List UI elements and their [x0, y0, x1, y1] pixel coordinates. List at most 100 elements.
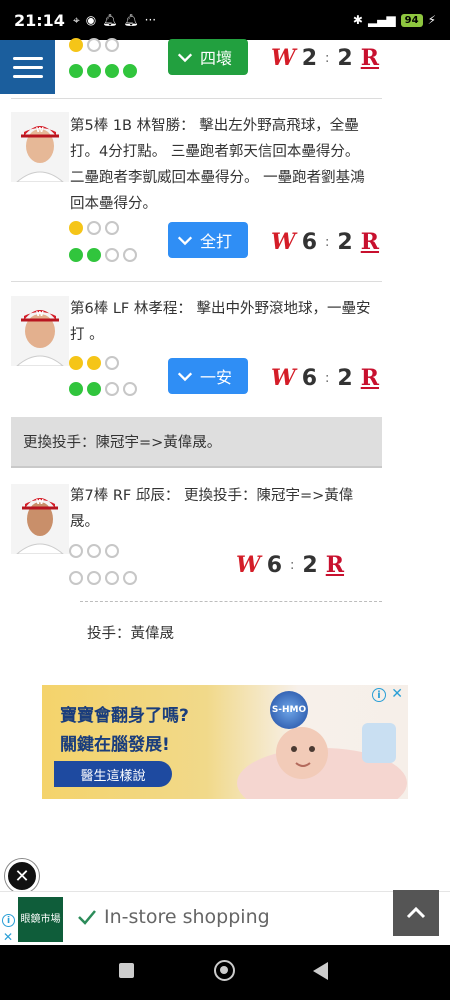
base-dot: [69, 356, 83, 370]
scroll-top-button[interactable]: [393, 890, 439, 936]
count-dot: [105, 64, 119, 78]
messenger-icon: ◉: [85, 13, 97, 27]
result-label: 四壞: [200, 49, 233, 68]
notification-icon: 🔔︎: [102, 13, 118, 27]
score-colon: :: [325, 234, 330, 250]
result-button-homerun[interactable]: 全打: [168, 222, 248, 258]
menu-bar-icon: [12, 65, 43, 69]
status-time: 21:14: [14, 10, 65, 30]
bluetooth-icon: ✱: [352, 13, 363, 27]
chevron-down-icon: [177, 53, 193, 63]
svg-text:W: W: [36, 310, 44, 318]
entry-0-bases-top: [69, 38, 119, 52]
score-colon: :: [325, 370, 330, 386]
ad-brand-logo: 眼鏡市場: [18, 897, 63, 942]
close-ad-icon[interactable]: ✕: [5, 859, 39, 893]
scoreboard: W 6 : 2 R: [271, 229, 379, 255]
entry-3-bases-top: [69, 544, 119, 558]
entry-1-bases-top: [69, 221, 119, 235]
menu-bar-icon: [12, 74, 43, 78]
signal-icon: ▂▄▆: [367, 13, 396, 27]
back-icon[interactable]: [313, 962, 328, 980]
score-home: 2: [337, 45, 353, 71]
score-away: 6: [266, 552, 283, 578]
team-logo-away: W: [271, 365, 296, 391]
ad-info-icon[interactable]: i: [2, 914, 15, 927]
play-description: 第6棒 LF 林孝程： 擊出中外野滾地球，一壘安打 。: [70, 301, 371, 343]
scoreboard: W 6 : 2 R: [271, 365, 379, 391]
notification-icon-2: 🔔︎: [123, 13, 139, 27]
base-dot: [105, 356, 119, 370]
base-dot: [69, 221, 83, 235]
recent-apps-icon[interactable]: [119, 963, 134, 978]
ad-close-icon[interactable]: ✕: [391, 686, 403, 702]
count-dot: [123, 248, 137, 262]
entry-1-bases-bottom: [69, 248, 137, 262]
ad-close-icon[interactable]: ✕: [3, 930, 13, 944]
ad-cta-button[interactable]: 醫生這樣說: [54, 761, 172, 787]
bottom-ad-banner[interactable]: i ✕ 眼鏡市場 In-store shopping: [0, 891, 450, 945]
base-dot: [105, 221, 119, 235]
pitcher-change-banner: 更換投手：陳冠宇=>黃偉晟。: [11, 417, 382, 468]
baby-photo: [237, 723, 407, 799]
home-icon[interactable]: [214, 960, 235, 981]
status-right: ✱ ▂▄▆ 94 ⚡: [353, 13, 436, 27]
team-logo-away: W: [236, 552, 261, 578]
base-dot: [69, 544, 83, 558]
chevron-up-icon: [406, 906, 426, 919]
pitcher-change-text: 更換投手：陳冠宇=>黃偉晟。: [23, 435, 222, 451]
count-dot: [69, 248, 83, 262]
count-dot: [69, 64, 83, 78]
svg-text:W: W: [36, 498, 44, 506]
score-colon: :: [325, 50, 330, 66]
chevron-down-icon: [177, 372, 193, 382]
count-dot: [87, 382, 101, 396]
count-dot: [87, 64, 101, 78]
team-logo-away: W: [271, 229, 296, 255]
system-nav-bar: [0, 945, 450, 1000]
hamburger-menu-button[interactable]: [0, 40, 55, 94]
count-dot: [105, 571, 119, 585]
player-avatar: W: [11, 112, 69, 182]
score-home: 2: [337, 365, 353, 391]
more-icon: ···: [144, 13, 157, 27]
current-pitcher: 投手：黃偉晟: [87, 626, 174, 642]
base-dot: [87, 544, 101, 558]
score-home: 2: [302, 552, 318, 578]
ad-badge: S-HMO: [270, 691, 308, 729]
team-logo-home: R: [360, 365, 380, 391]
count-dot: [123, 571, 137, 585]
result-label: 全打: [200, 232, 233, 251]
divider: [11, 281, 382, 282]
scoreboard: W 2 : 2 R: [271, 45, 379, 71]
score-away: 6: [301, 365, 318, 391]
play-description: 第5棒 1B 林智勝： 擊出左外野高飛球，全壘打。4分打點。 三壘跑者郭天信回本…: [70, 118, 365, 212]
player-avatar: W: [11, 484, 69, 554]
divider: [11, 98, 382, 99]
ad-text: In-store shopping: [104, 906, 270, 928]
count-dot: [123, 382, 137, 396]
status-bar: 21:14 ⌖ ◉ 🔔︎ 🔔︎ ··· ✱ ▂▄▆ 94 ⚡: [0, 0, 450, 40]
count-dot: [69, 571, 83, 585]
team-logo-home: R: [360, 229, 380, 255]
play-description: 第7棒 RF 邱辰： 更換投手：陳冠宇=>黃偉晟。: [70, 488, 354, 530]
count-dot: [87, 571, 101, 585]
base-dot: [87, 38, 101, 52]
location-icon: ⌖: [72, 12, 80, 27]
count-dot: [87, 248, 101, 262]
svg-text:W: W: [36, 126, 44, 134]
entry-2-bases-top: [69, 356, 119, 370]
count-dot: [105, 382, 119, 396]
player-avatar: W: [11, 296, 69, 366]
check-icon: [78, 910, 96, 925]
ad-info-icon[interactable]: i: [372, 688, 386, 702]
ad-banner[interactable]: 寶寶會翻身了嗎? 關鍵在腦發展! 醫生這樣說 S-HMO i ✕: [42, 685, 408, 799]
result-button-walk[interactable]: 四壞: [168, 39, 248, 75]
entry-3-bases-bottom: [69, 571, 137, 585]
result-button-single[interactable]: 一安: [168, 358, 248, 394]
menu-bar-icon: [12, 56, 43, 60]
base-dot: [87, 221, 101, 235]
score-colon: :: [290, 557, 295, 573]
team-logo-home: R: [325, 552, 345, 578]
count-dot: [105, 248, 119, 262]
